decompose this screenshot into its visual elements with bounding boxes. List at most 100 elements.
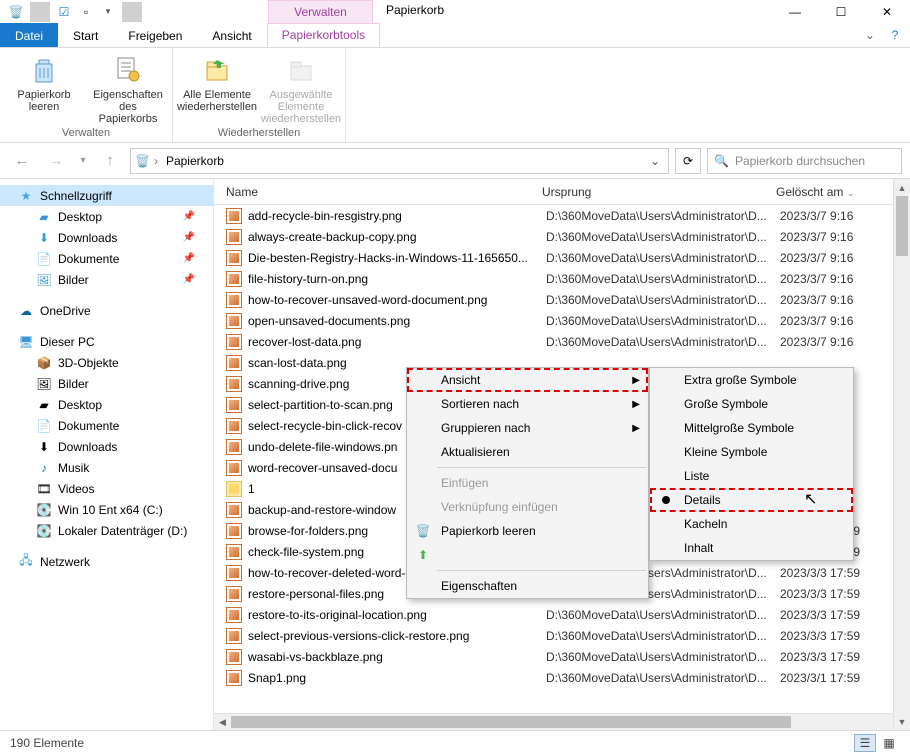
address-dropdown-icon[interactable]: ⌄ — [646, 154, 664, 168]
qat-dropdown-icon[interactable]: ▾ — [98, 2, 118, 22]
column-header-origin[interactable]: Ursprung — [530, 185, 764, 199]
ctx-verknuepfung: Verknüpfung einfügen — [407, 495, 648, 519]
sidebar-thispc[interactable]: 🖥Dieser PC — [0, 331, 213, 352]
sidebar-drive-c[interactable]: 💽Win 10 Ent x64 (C:) — [0, 499, 213, 520]
share-icon: ⬆ — [415, 547, 431, 563]
chevron-right-icon[interactable]: › — [154, 154, 158, 168]
image-file-icon — [226, 376, 242, 392]
file-row[interactable]: add-recycle-bin-resgistry.pngD:\360MoveD… — [214, 205, 910, 226]
file-origin: D:\360MoveData\Users\Administrator\D... — [546, 209, 780, 223]
tab-start[interactable]: Start — [58, 23, 113, 47]
image-file-icon — [226, 544, 242, 560]
image-file-icon — [226, 586, 242, 602]
thumbnails-view-button[interactable]: ▦ — [878, 734, 900, 752]
sidebar-bilder[interactable]: 🖼Bilder📌 — [0, 269, 213, 290]
vscroll-down[interactable]: ▼ — [894, 713, 910, 730]
recycle-bin-properties-button[interactable]: Eigenschaften des Papierkorbs — [90, 52, 166, 126]
tab-freigeben[interactable]: Freigeben — [113, 23, 197, 47]
view-small[interactable]: Kleine Symbole — [650, 440, 853, 464]
view-list[interactable]: Liste — [650, 464, 853, 488]
file-row[interactable]: Snap1.pngD:\360MoveData\Users\Administra… — [214, 667, 910, 688]
vscroll-thumb[interactable] — [896, 196, 908, 256]
empty-recycle-bin-button[interactable]: Papierkorb leeren — [6, 52, 82, 126]
recent-dropdown[interactable]: ▾ — [76, 147, 90, 175]
view-large[interactable]: Große Symbole — [650, 392, 853, 416]
sidebar-downloads[interactable]: ⬇Downloads📌 — [0, 227, 213, 248]
file-name: file-history-turn-on.png — [248, 272, 546, 286]
file-row[interactable]: restore-to-its-original-location.pngD:\3… — [214, 604, 910, 625]
sidebar-quickaccess[interactable]: ★Schnellzugriff — [0, 185, 213, 206]
vscroll-up[interactable]: ▲ — [894, 179, 910, 196]
ctx-aktualisieren[interactable]: Aktualisieren — [407, 440, 648, 464]
file-origin: D:\360MoveData\Users\Administrator\D... — [546, 272, 780, 286]
ctx-eigenschaften[interactable]: Eigenschaften — [407, 574, 648, 598]
view-extra-large[interactable]: Extra große Symbole — [650, 368, 853, 392]
view-medium[interactable]: Mittelgroße Symbole — [650, 416, 853, 440]
sidebar-downloads2[interactable]: ⬇Downloads — [0, 436, 213, 457]
ribbon-chevron-icon[interactable]: ⌄ — [860, 23, 880, 47]
maximize-button[interactable]: ☐ — [818, 0, 864, 23]
file-row[interactable]: Die-besten-Registry-Hacks-in-Windows-11-… — [214, 247, 910, 268]
details-view-button[interactable]: ☰ — [854, 734, 876, 752]
sidebar-netzwerk[interactable]: 🖧Netzwerk — [0, 551, 213, 572]
chevron-right-icon: ▶ — [632, 399, 640, 410]
close-button[interactable]: ✕ — [864, 0, 910, 23]
up-button[interactable]: ↑ — [96, 147, 124, 175]
qat-folder-icon[interactable]: ▫ — [76, 2, 96, 22]
hscroll-left[interactable]: ◀ — [214, 714, 231, 730]
tab-ansicht[interactable]: Ansicht — [197, 23, 266, 47]
sidebar-dokumente[interactable]: 📄Dokumente📌 — [0, 248, 213, 269]
qat-checkbox-icon[interactable]: ☑ — [54, 2, 74, 22]
file-deleted-date: 2023/3/7 9:16 — [780, 251, 910, 265]
sidebar-onedrive[interactable]: ☁OneDrive — [0, 300, 213, 321]
hscroll-thumb[interactable] — [231, 716, 791, 728]
column-header-deleted[interactable]: Gelöscht am ⌄ — [764, 185, 910, 199]
file-row[interactable]: file-history-turn-on.pngD:\360MoveData\U… — [214, 268, 910, 289]
sidebar-dokumente2[interactable]: 📄Dokumente — [0, 415, 213, 436]
ctx-share[interactable]: ⬆ — [407, 543, 648, 567]
forward-button: → — [42, 147, 70, 175]
sidebar-desktop[interactable]: ▰Desktop📌 — [0, 206, 213, 227]
help-icon[interactable]: ? — [880, 23, 910, 47]
image-file-icon — [226, 670, 242, 686]
image-file-icon — [226, 397, 242, 413]
view-details[interactable]: Details — [650, 488, 853, 512]
restore-all-button[interactable]: Alle Elemente wiederherstellen — [179, 52, 255, 126]
minimize-button[interactable]: — — [772, 0, 818, 23]
image-file-icon — [226, 334, 242, 350]
sidebar-videos[interactable]: 🎞Videos — [0, 478, 213, 499]
ctx-ansicht[interactable]: Ansicht▶ — [407, 368, 648, 392]
ctx-leeren[interactable]: 🗑️Papierkorb leeren — [407, 519, 648, 543]
file-row[interactable]: select-previous-versions-click-restore.p… — [214, 625, 910, 646]
breadcrumb-papierkorb[interactable]: Papierkorb — [162, 154, 228, 168]
sidebar-desktop2[interactable]: ▰Desktop — [0, 394, 213, 415]
file-deleted-date: 2023/3/1 17:59 — [780, 671, 910, 685]
file-row[interactable]: always-create-backup-copy.pngD:\360MoveD… — [214, 226, 910, 247]
address-bar[interactable]: 🗑️ › Papierkorb ⌄ — [130, 148, 669, 174]
tab-datei[interactable]: Datei — [0, 23, 58, 47]
column-header-name[interactable]: Name — [214, 185, 530, 199]
pin-icon: 📌 — [183, 253, 195, 264]
file-row[interactable]: open-unsaved-documents.pngD:\360MoveData… — [214, 310, 910, 331]
view-content[interactable]: Inhalt — [650, 536, 853, 560]
file-deleted-date: 2023/3/7 9:16 — [780, 335, 910, 349]
file-name: Die-besten-Registry-Hacks-in-Windows-11-… — [248, 251, 546, 265]
image-file-icon — [226, 565, 242, 581]
image-file-icon — [226, 439, 242, 455]
sidebar-3dobjects[interactable]: 📦3D-Objekte — [0, 352, 213, 373]
file-row[interactable]: wasabi-vs-backblaze.pngD:\360MoveData\Us… — [214, 646, 910, 667]
sidebar-bilder2[interactable]: 🖼Bilder — [0, 373, 213, 394]
tab-papierkorbtools[interactable]: Papierkorbtools — [267, 23, 380, 47]
image-file-icon — [226, 523, 242, 539]
sidebar-drive-d[interactable]: 💽Lokaler Datenträger (D:) — [0, 520, 213, 541]
view-tiles[interactable]: Kacheln — [650, 512, 853, 536]
ctx-gruppieren[interactable]: Gruppieren nach▶ — [407, 416, 648, 440]
file-row[interactable]: how-to-recover-unsaved-word-document.png… — [214, 289, 910, 310]
sidebar-musik[interactable]: ♪Musik — [0, 457, 213, 478]
ribbon-group-wiederherstellen: Wiederherstellen — [179, 126, 339, 140]
file-row[interactable]: recover-lost-data.pngD:\360MoveData\User… — [214, 331, 910, 352]
search-input[interactable]: 🔍 Papierkorb durchsuchen — [707, 148, 902, 174]
refresh-button[interactable]: ⟳ — [675, 148, 701, 174]
back-button[interactable]: ← — [8, 147, 36, 175]
ctx-sortieren[interactable]: Sortieren nach▶ — [407, 392, 648, 416]
